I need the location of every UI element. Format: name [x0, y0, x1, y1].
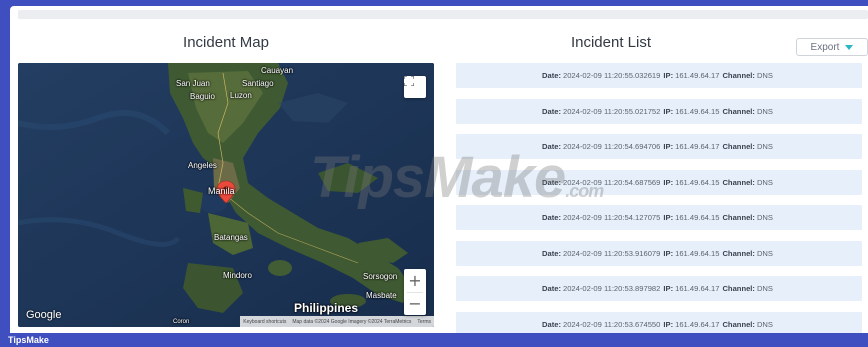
incident-ip-label: IP:	[663, 284, 674, 293]
incident-row[interactable]: Date: 2024-02-09 11:20:54.687569 IP: 161.49…	[456, 169, 862, 195]
fullscreen-icon	[404, 76, 414, 86]
incident-date-label: Date:	[541, 319, 561, 329]
incident-channel-label: Channel:	[722, 71, 755, 80]
incident-date-value: 2024-02-09 11:20:55.032619	[562, 71, 661, 80]
incident-row[interactable]: Date: 2024-02-09 11:20:53.674550 IP: 161.49…	[456, 311, 862, 333]
map-label-masbate: Masbate	[366, 291, 397, 300]
map-attribution: Keyboard shortcuts Map data ©2024 Google…	[240, 316, 434, 327]
incident-row[interactable]: Date: 2024-02-09 11:20:53.897982 IP: 161.49…	[456, 276, 862, 301]
incident-ip-value: 161.49.64.15	[675, 248, 720, 258]
incident-channel-label: Channel:	[722, 106, 755, 116]
fullscreen-button[interactable]	[404, 76, 426, 98]
incident-date-value: 2024-02-09 11:20:54.694706	[562, 142, 661, 151]
incident-channel-label: Channel:	[722, 177, 755, 187]
map-label-san-juan: San Juan	[176, 79, 210, 88]
map-panel-title: Incident Map	[183, 34, 269, 51]
incident-ip-label: IP:	[663, 71, 674, 80]
incident-date-label: Date:	[541, 177, 561, 187]
map-label-luzon: Luzon	[230, 91, 252, 100]
incident-date-label: Date:	[541, 248, 561, 258]
list-panel-title: Incident List	[570, 34, 652, 51]
incident-channel-label: Channel:	[722, 248, 755, 258]
incident-channel-label: Channel:	[722, 319, 755, 329]
incident-list[interactable]: Date: 2024-02-09 11:20:55.032619 IP: 161.49…	[456, 63, 868, 333]
incident-ip-value: 161.49.64.17	[675, 142, 720, 151]
map-data-text: Map data ©2024 Google Imagery ©2024 Terr…	[292, 318, 412, 325]
dashboard-frame: Incident Map Incident List Export Cauaya…	[10, 6, 868, 333]
map-label-cauayan: Cauayan	[261, 66, 294, 75]
incident-date-value: 2024-02-09 11:20:54.127075	[562, 213, 661, 222]
map-label-angeles: Angeles	[188, 161, 217, 170]
zoom-out-button[interactable]: −	[404, 293, 426, 316]
top-strip	[18, 10, 868, 19]
map-label-sorsogon: Sorsogon	[363, 272, 398, 281]
zoom-in-button[interactable]: +	[404, 269, 426, 292]
incident-channel-value: DNS	[756, 319, 773, 329]
caret-down-icon	[845, 44, 854, 50]
incident-channel-value: DNS	[756, 284, 773, 293]
incident-map[interactable]: Cauayan San Juan Santiago Baguio Luzon A…	[18, 63, 434, 327]
incident-ip-value: 161.49.64.17	[675, 284, 720, 293]
incident-date-label: Date:	[541, 106, 561, 116]
incident-row[interactable]: Date: 2024-02-09 11:20:54.694706 IP: 161.49…	[456, 134, 862, 159]
incident-ip-label: IP:	[663, 319, 674, 329]
footer-bar: TipsMake	[0, 333, 868, 347]
incident-ip-value: 161.49.64.15	[675, 213, 720, 222]
incident-row[interactable]: Date: 2024-02-09 11:20:55.032619 IP: 161.49…	[456, 63, 862, 88]
incident-date-value: 2024-02-09 11:20:53.897982	[562, 284, 661, 293]
incident-ip-label: IP:	[663, 177, 674, 187]
map-label-mindoro: Mindoro	[223, 271, 252, 280]
keyboard-shortcuts-link[interactable]: Keyboard shortcuts	[243, 319, 286, 325]
footer-brand: TipsMake	[8, 335, 49, 345]
map-label-batangas: Batangas	[214, 233, 248, 242]
incident-date-value: 2024-02-09 11:20:53.916079	[562, 248, 661, 258]
incident-ip-label: IP:	[663, 106, 674, 116]
map-label-santiago: Santiago	[242, 79, 274, 88]
incident-ip-label: IP:	[663, 142, 674, 151]
incident-channel-value: DNS	[756, 71, 773, 80]
incident-channel-value: DNS	[756, 177, 773, 187]
incident-ip-value: 161.49.64.17	[675, 71, 720, 80]
terms-link[interactable]: Terms	[417, 319, 431, 325]
incident-row[interactable]: Date: 2024-02-09 11:20:54.127075 IP: 161.49…	[456, 205, 862, 230]
map-label-coron: Coron	[173, 319, 190, 325]
incident-channel-label: Channel:	[722, 213, 755, 222]
incident-ip-value: 161.49.64.15	[675, 177, 720, 187]
incident-channel-label: Channel:	[722, 284, 755, 293]
incident-date-value: 2024-02-09 11:20:53.674550	[562, 319, 661, 329]
google-logo[interactable]: Google	[26, 309, 61, 321]
incident-ip-label: IP:	[663, 248, 674, 258]
map-label-philippines: Philippines	[294, 301, 359, 315]
incident-row[interactable]: Date: 2024-02-09 11:20:55.021752 IP: 161.49…	[456, 98, 862, 124]
incident-date-label: Date:	[541, 142, 561, 151]
incident-channel-value: DNS	[756, 248, 773, 258]
incident-date-value: 2024-02-09 11:20:55.021752	[562, 106, 661, 116]
incident-date-label: Date:	[541, 284, 561, 293]
incident-channel-value: DNS	[756, 142, 773, 151]
incident-row[interactable]: Date: 2024-02-09 11:20:53.916079 IP: 161.49…	[456, 240, 862, 266]
incident-channel-value: DNS	[756, 213, 773, 222]
incident-ip-value: 161.49.64.17	[675, 319, 720, 329]
incident-channel-value: DNS	[756, 106, 773, 116]
export-button[interactable]: Export	[796, 38, 868, 56]
map-label-manila: Manila	[208, 186, 235, 196]
export-button-label: Export	[810, 41, 840, 53]
incident-ip-label: IP:	[663, 213, 674, 222]
zoom-control: + −	[404, 269, 426, 315]
incident-date-label: Date:	[541, 71, 561, 80]
incident-date-label: Date:	[541, 213, 561, 222]
map-label-baguio: Baguio	[190, 92, 215, 101]
incident-channel-label: Channel:	[722, 142, 755, 151]
incident-date-value: 2024-02-09 11:20:54.687569	[562, 177, 661, 187]
incident-ip-value: 161.49.64.15	[675, 106, 720, 116]
